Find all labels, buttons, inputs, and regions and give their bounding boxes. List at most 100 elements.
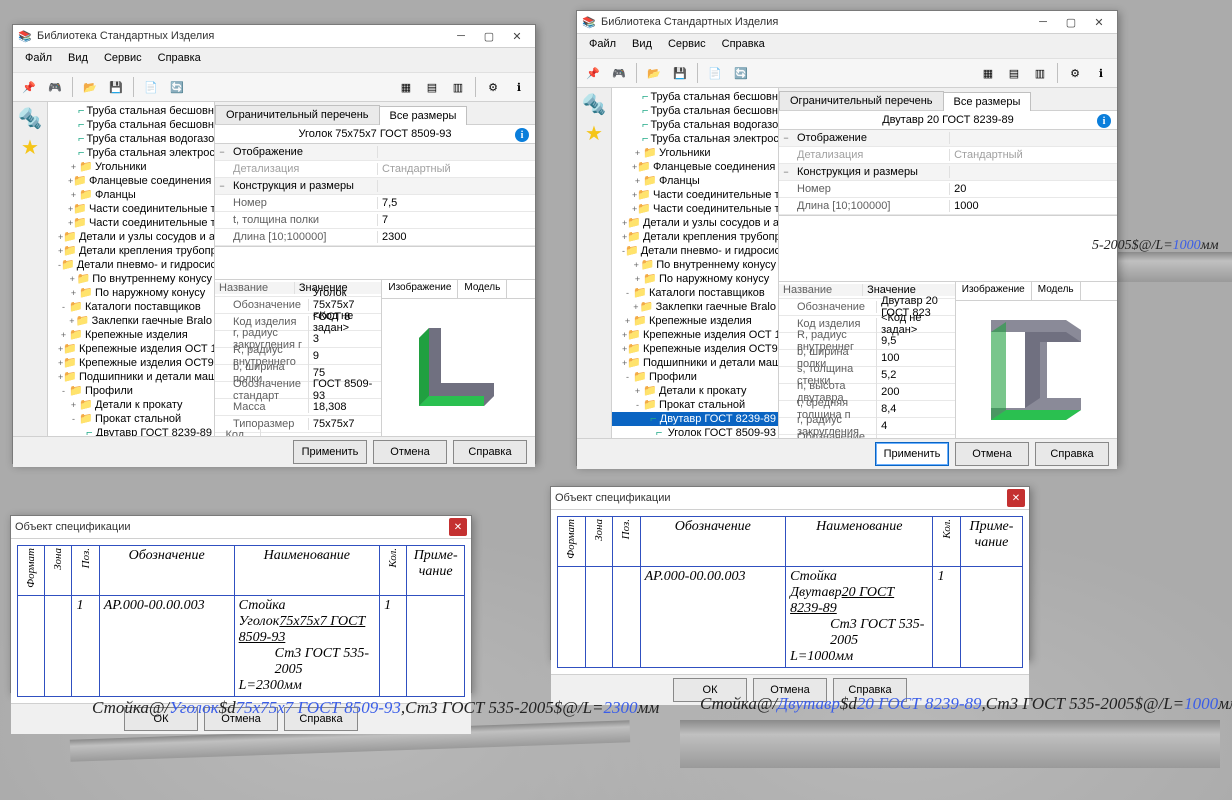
layout2-icon[interactable]: ▤ (420, 75, 444, 99)
apply-button[interactable]: Применить (293, 440, 367, 464)
save-icon[interactable]: 💾 (668, 61, 692, 85)
library-tree[interactable]: ⌐Труба стальная бесшовная ...⌐Труба стал… (48, 102, 214, 436)
tree-node[interactable]: +📁По внутреннему конусу (612, 258, 778, 272)
tab-model[interactable]: Модель (458, 280, 507, 298)
info-icon[interactable]: i (1097, 114, 1111, 128)
minimize-button[interactable]: ─ (447, 26, 475, 46)
menu-view[interactable]: Вид (60, 50, 96, 70)
tree-node[interactable]: -📁Прокат стальной (48, 412, 214, 426)
tree-node[interactable]: +📁Фланцы (48, 188, 214, 202)
tree-node[interactable]: +📁Детали к прокату (48, 398, 214, 412)
tree-node[interactable]: +📁Детали крепления трубопроводов ... (612, 230, 778, 244)
menu-help[interactable]: Справка (714, 36, 773, 56)
tree-node[interactable]: +📁Части соединительные трубопр... (612, 188, 778, 202)
tree-node[interactable]: +📁Фланцы (612, 174, 778, 188)
tree-node[interactable]: -📁Прокат стальной (612, 398, 778, 412)
save-icon[interactable]: 💾 (104, 75, 128, 99)
layout2-icon[interactable]: ▤ (1002, 61, 1026, 85)
spec-name[interactable]: Стойка Двутавр20 ГОСТ 8239-89 Ст3 ГОСТ 5… (786, 566, 933, 667)
tree-node[interactable]: ⌐Труба стальная бесшовная ... (48, 118, 214, 132)
tree-node[interactable]: -📁Детали пневмо- и гидросистем (48, 258, 214, 272)
tree-node[interactable]: +📁Заклепки гаечные Bralo (612, 300, 778, 314)
tree-node[interactable]: +📁Детали крепления трубопроводов ... (48, 244, 214, 258)
tree-node[interactable]: +📁Крепежные изделия ОСТ 1 (48, 342, 214, 356)
close-button[interactable]: ✕ (449, 518, 467, 536)
star-icon[interactable]: ★ (21, 135, 39, 160)
cancel-button[interactable]: Отмена (373, 440, 447, 464)
tab-limit[interactable]: Ограничительный перечень (779, 91, 944, 110)
doc-icon[interactable]: 📄 (703, 61, 727, 85)
minimize-button[interactable]: ─ (1029, 12, 1057, 32)
refresh-icon[interactable]: 🔄 (729, 61, 753, 85)
titlebar[interactable]: 📚 Библиотека Стандартных Изделия ─ ▢ ✕ (13, 25, 535, 48)
tab-image[interactable]: Изображение (382, 280, 458, 298)
close-button[interactable]: ✕ (1007, 489, 1025, 507)
menu-help[interactable]: Справка (150, 50, 209, 70)
layout1-icon[interactable]: ▦ (976, 61, 1000, 85)
tree-node[interactable]: +📁Детали и узлы сосудов и аппаратов (48, 230, 214, 244)
tree-node[interactable]: -📁Каталоги поставщиков (612, 286, 778, 300)
tree-node[interactable]: +📁Угольники (612, 146, 778, 160)
tree-node[interactable]: +📁Части соединительные трубопр... (612, 202, 778, 216)
menu-file[interactable]: Файл (581, 36, 624, 56)
help-button[interactable]: Справка (453, 440, 527, 464)
tree-node[interactable]: +📁Крепежные изделия ОСТ92 (48, 356, 214, 370)
tab-all[interactable]: Все размеры (379, 106, 468, 125)
tree-node[interactable]: ⌐Двутавр ГОСТ 8239-89 (48, 426, 214, 436)
tree-node[interactable]: ⌐Труба стальная электросва... (48, 146, 214, 160)
info-icon[interactable]: ℹ (507, 75, 531, 99)
tree-node[interactable]: ⌐Труба стальная водогазопр... (48, 132, 214, 146)
tab-image[interactable]: Изображение (956, 282, 1032, 300)
tree-node[interactable]: ⌐Уголок ГОСТ 8509-93 (612, 426, 778, 438)
bolt-icon[interactable]: 🔩 (582, 92, 607, 117)
maximize-button[interactable]: ▢ (1057, 12, 1085, 32)
settings-icon[interactable]: ⚙ (1063, 61, 1087, 85)
tree-node[interactable]: ⌐Труба стальная бесшовная ... (612, 104, 778, 118)
tab-model[interactable]: Модель (1032, 282, 1081, 300)
info-icon[interactable]: ℹ (1089, 61, 1113, 85)
info-icon[interactable]: i (515, 128, 529, 142)
tree-node[interactable]: +📁Подшипники и детали машин (612, 356, 778, 370)
tree-node[interactable]: ⌐Двутавр ГОСТ 8239-89 (612, 412, 778, 426)
tree-node[interactable]: -📁Профили (48, 384, 214, 398)
tree-node[interactable]: ⌐Труба стальная бесшовная ... (612, 90, 778, 104)
tree-node[interactable]: +📁Части соединительные трубопр... (48, 216, 214, 230)
tree-node[interactable]: -📁Каталоги поставщиков (48, 300, 214, 314)
open-icon[interactable]: 📂 (78, 75, 102, 99)
tree-node[interactable]: +📁По наружному конусу (48, 286, 214, 300)
layout1-icon[interactable]: ▦ (394, 75, 418, 99)
tree-node[interactable]: ⌐Труба стальная электросва... (612, 132, 778, 146)
tree-node[interactable]: +📁Фланцевые соединения по ГОС... (48, 174, 214, 188)
menu-file[interactable]: Файл (17, 50, 60, 70)
tree-node[interactable]: +📁Крепежные изделия (612, 314, 778, 328)
maximize-button[interactable]: ▢ (475, 26, 503, 46)
tree-node[interactable]: -📁Детали пневмо- и гидросистем (612, 244, 778, 258)
bolt-icon[interactable]: 🔩 (18, 106, 43, 131)
settings-icon[interactable]: ⚙ (481, 75, 505, 99)
close-button[interactable]: ✕ (503, 26, 531, 46)
tree-node[interactable]: +📁По наружному конусу (612, 272, 778, 286)
tree-node[interactable]: +📁Крепежные изделия (48, 328, 214, 342)
tree-node[interactable]: +📁Крепежные изделия ОСТ 1 (612, 328, 778, 342)
spec-des[interactable]: АР.000-00.00.003 (640, 566, 785, 667)
tree-node[interactable]: +📁По внутреннему конусу (48, 272, 214, 286)
titlebar[interactable]: 📚 Библиотека Стандартных Изделия ─ ▢ ✕ (577, 11, 1117, 34)
tree-node[interactable]: +📁Детали и узлы сосудов и аппаратов (612, 216, 778, 230)
library-tree[interactable]: ⌐Труба стальная бесшовная ...⌐Труба стал… (612, 88, 778, 438)
tree-node[interactable]: +📁Крепежные изделия ОСТ92 (612, 342, 778, 356)
tree-node[interactable]: +📁Детали к прокату (612, 384, 778, 398)
gamepad-icon[interactable]: 🎮 (43, 75, 67, 99)
layout3-icon[interactable]: ▥ (446, 75, 470, 99)
star-icon[interactable]: ★ (585, 121, 603, 146)
gamepad-icon[interactable]: 🎮 (607, 61, 631, 85)
open-icon[interactable]: 📂 (642, 61, 666, 85)
titlebar[interactable]: Объект спецификации ✕ (11, 516, 471, 539)
tree-node[interactable]: ⌐Труба стальная бесшовная ... (48, 104, 214, 118)
apply-button[interactable]: Применить (875, 442, 949, 466)
tree-node[interactable]: +📁Фланцевые соединения по ГОС... (612, 160, 778, 174)
tree-node[interactable]: +📁Угольники (48, 160, 214, 174)
layout3-icon[interactable]: ▥ (1028, 61, 1052, 85)
spec-name[interactable]: Стойка Уголок75x75x7 ГОСТ 8509-93 Ст3 ГО… (234, 595, 379, 696)
tab-limit[interactable]: Ограничительный перечень (215, 105, 380, 124)
close-button[interactable]: ✕ (1085, 12, 1113, 32)
